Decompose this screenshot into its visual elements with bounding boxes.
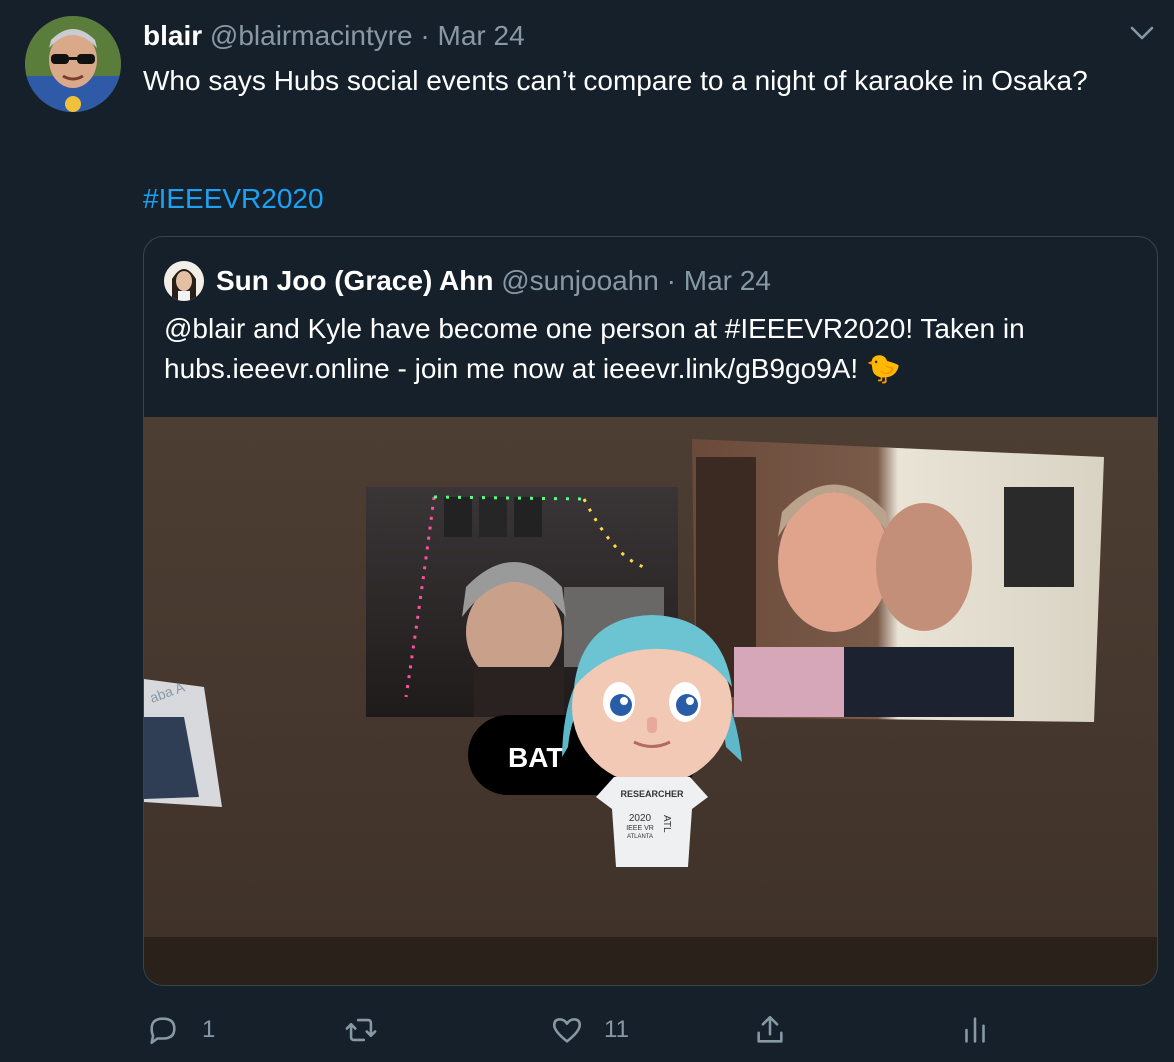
quoted-author-avatar xyxy=(164,261,204,301)
shirt-line-2: 2020 xyxy=(629,813,652,824)
quoted-tweet-media[interactable]: aba A BAT RESEARCHER 2020 IEEE VR ATLANT… xyxy=(144,417,1157,985)
heart-icon xyxy=(552,1018,582,1043)
quoted-tweet-date[interactable]: Mar 24 xyxy=(684,265,771,296)
media-image: aba A BAT RESEARCHER 2020 IEEE VR ATLANT… xyxy=(144,417,1157,985)
reply-icon xyxy=(150,1017,176,1045)
reply-button[interactable]: 1 xyxy=(146,1012,215,1048)
tweet-text: Who says Hubs social events can’t compar… xyxy=(143,65,1088,96)
chevron-down-icon[interactable] xyxy=(1128,22,1156,44)
author-avatar-image xyxy=(25,16,121,112)
shirt-line-1: RESEARCHER xyxy=(620,789,684,799)
shirt-side-text: ATL xyxy=(661,815,672,833)
like-count: 11 xyxy=(604,1016,629,1043)
avatar-name-tag: BAT xyxy=(508,742,563,773)
quoted-tweet-header: Sun Joo (Grace) Ahn @sunjooahn · Mar 24 xyxy=(216,261,771,301)
share-icon xyxy=(757,1015,783,1043)
reply-count: 1 xyxy=(202,1016,216,1043)
share-button[interactable] xyxy=(753,1012,787,1048)
shirt-line-3: IEEE VR xyxy=(626,825,654,832)
author-handle[interactable]: @blairmacintyre xyxy=(210,20,413,51)
shirt-line-4: ATLANTA xyxy=(627,834,653,840)
analytics-icon xyxy=(965,1017,985,1043)
quoted-header-separator: · xyxy=(666,265,676,296)
analytics-button[interactable] xyxy=(958,1012,992,1048)
retweet-button[interactable] xyxy=(344,1012,378,1048)
author-name[interactable]: blair xyxy=(143,20,202,51)
author-avatar[interactable] xyxy=(25,16,121,112)
retweet-icon xyxy=(345,1018,377,1042)
quoted-tweet[interactable]: Sun Joo (Grace) Ahn @sunjooahn · Mar 24 … xyxy=(143,236,1158,986)
quoted-author-name[interactable]: Sun Joo (Grace) Ahn xyxy=(216,265,493,296)
tweet-date[interactable]: Mar 24 xyxy=(438,20,525,51)
like-button[interactable]: 11 xyxy=(550,1012,629,1048)
quoted-author-handle[interactable]: @sunjooahn xyxy=(501,265,659,296)
quoted-tweet-text: @blair and Kyle have become one person a… xyxy=(164,313,1025,384)
quoted-avatar-image xyxy=(164,261,204,301)
header-separator: · xyxy=(420,20,430,51)
hashtag-link[interactable]: #IEEEVR2020 xyxy=(143,180,324,218)
tweet-actions: 1 11 xyxy=(0,1000,1174,1060)
tweet-header: blair @blairmacintyre · Mar 24 xyxy=(143,18,525,54)
